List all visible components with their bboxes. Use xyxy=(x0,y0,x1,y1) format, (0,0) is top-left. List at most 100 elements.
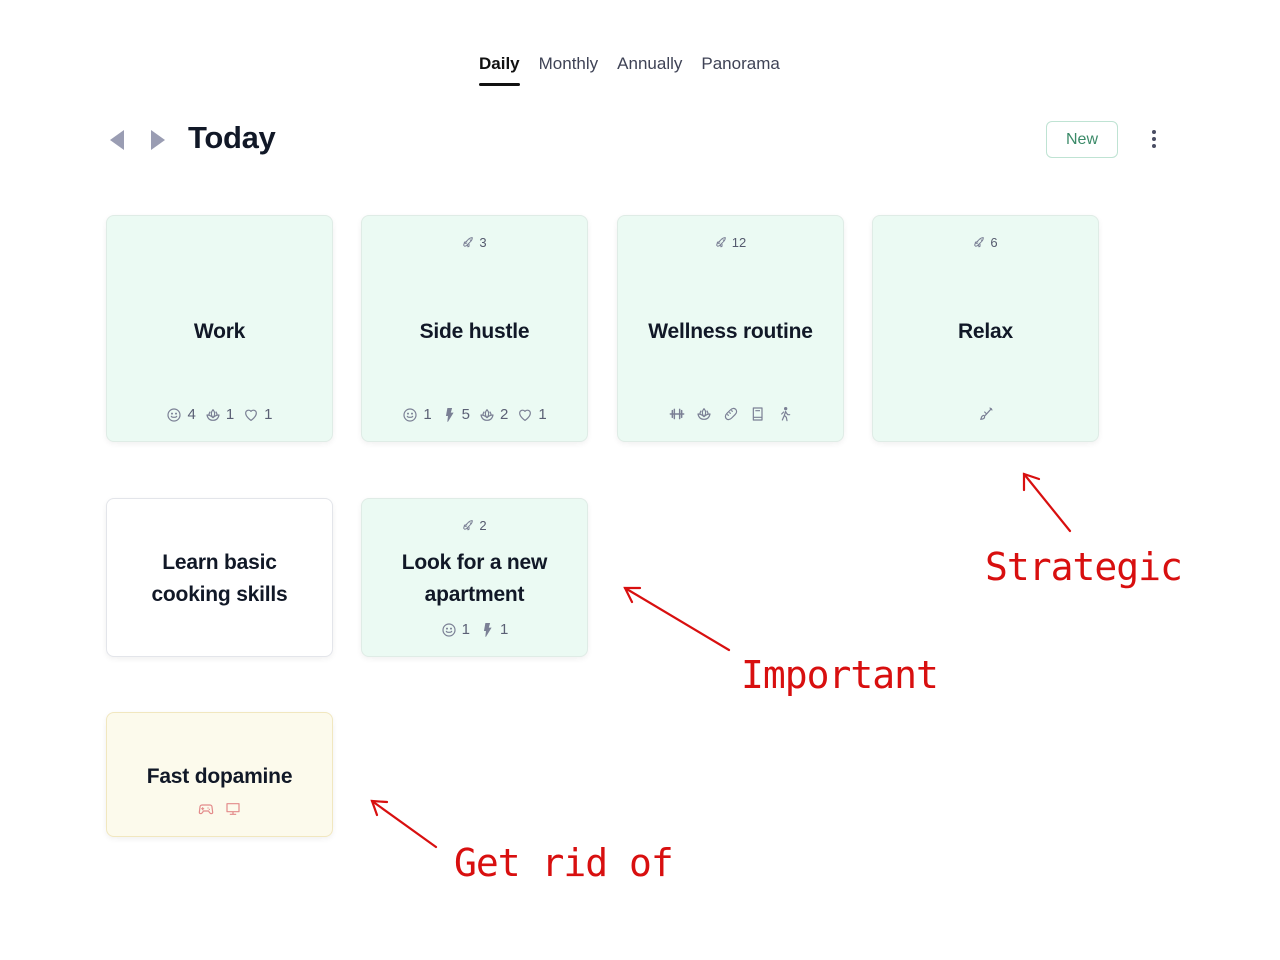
triangle-left-icon[interactable] xyxy=(110,130,124,150)
card-title-line: Side hustle xyxy=(419,320,530,343)
lightning-icon xyxy=(479,622,495,638)
tag-item xyxy=(978,406,994,422)
smiley-icon xyxy=(441,622,457,638)
triangle-right-icon[interactable] xyxy=(151,130,165,150)
tag-count: 5 xyxy=(461,406,470,423)
heart-icon xyxy=(243,407,259,423)
tag-item xyxy=(777,406,793,422)
tag-count: 1 xyxy=(264,406,273,423)
card-title: Look for a new apartment xyxy=(362,547,587,611)
card-tags: 1 1 xyxy=(362,621,587,638)
card-title-line: apartment xyxy=(424,583,525,606)
tag-item xyxy=(669,406,685,422)
arrow-strategic xyxy=(1022,472,1072,533)
card-tags xyxy=(873,406,1098,422)
card-title: Wellness routine xyxy=(618,316,843,348)
priority-badge: 3 xyxy=(362,235,587,250)
card-relax[interactable]: 6 Relax xyxy=(872,215,1099,442)
lightning-icon xyxy=(441,407,457,423)
more-options-button[interactable] xyxy=(1146,126,1162,152)
card-title: Learn basic cooking skills xyxy=(107,547,332,611)
tag-item: 1 xyxy=(479,621,508,638)
rocket-icon xyxy=(462,519,475,532)
card-tags: 4 1 1 xyxy=(107,406,332,423)
tag-item xyxy=(198,801,214,817)
card-side-hustle[interactable]: 3 Side hustle 1 5 2 1 xyxy=(361,215,588,442)
monitor-icon xyxy=(225,801,241,817)
card-tags xyxy=(618,406,843,422)
page-title: Today xyxy=(188,120,276,155)
tag-count: 4 xyxy=(187,406,196,423)
tag-count: 1 xyxy=(500,621,509,638)
tag-item xyxy=(723,406,739,422)
badge-count: 2 xyxy=(479,518,487,533)
card-tags: 1 5 2 1 xyxy=(362,406,587,423)
tab-annually[interactable]: Annually xyxy=(617,54,682,84)
gamepad-icon xyxy=(198,801,214,817)
priority-badge: 12 xyxy=(618,235,843,250)
card-title: Fast dopamine xyxy=(107,761,332,793)
card-wellness-routine[interactable]: 12 Wellness routine xyxy=(617,215,844,442)
view-tabs: Daily Monthly Annually Panorama xyxy=(479,54,799,86)
tag-count: 1 xyxy=(461,621,470,638)
tag-item: 2 xyxy=(479,406,508,423)
tag-count: 1 xyxy=(423,406,432,423)
tag-item: 1 xyxy=(441,621,470,638)
card-work[interactable]: Work 4 1 1 xyxy=(106,215,333,442)
card-look-for-a-new-apartment[interactable]: 2 Look for a new apartment 1 1 xyxy=(361,498,588,657)
tag-item: 4 xyxy=(166,406,196,423)
annotation-important: Important xyxy=(741,653,939,697)
tag-item xyxy=(750,406,766,422)
tag-item xyxy=(696,406,712,422)
tag-item xyxy=(225,801,241,817)
card-title: Relax xyxy=(873,316,1098,348)
card-title-line: Learn basic xyxy=(162,551,277,574)
lotus-icon xyxy=(205,407,221,423)
card-title-line: Fast dopamine xyxy=(146,765,293,788)
priority-badge: 2 xyxy=(362,518,587,533)
smiley-icon xyxy=(402,407,418,423)
walking-icon xyxy=(777,406,793,422)
annotation-get-rid-of: Get rid of xyxy=(454,841,674,885)
card-title-line: Work xyxy=(193,320,246,343)
badge-count: 6 xyxy=(990,235,998,250)
heart-icon xyxy=(517,407,533,423)
bread-icon xyxy=(723,406,739,422)
dumbbell-icon xyxy=(669,406,685,422)
card-title: Work xyxy=(107,316,332,348)
rocket-icon xyxy=(973,236,986,249)
badge-count: 12 xyxy=(731,235,747,250)
paintbrush-icon xyxy=(978,406,994,422)
page-header: Today New xyxy=(106,120,1166,164)
tab-panorama[interactable]: Panorama xyxy=(701,54,779,84)
tag-count: 1 xyxy=(538,406,547,423)
tag-item: 1 xyxy=(205,406,234,423)
badge-count: 3 xyxy=(479,235,487,250)
card-title-line: Look for a new xyxy=(401,551,548,574)
card-title-line: Relax xyxy=(957,320,1014,343)
card-title-line: Wellness routine xyxy=(648,320,813,343)
card-tags xyxy=(107,801,332,817)
new-button[interactable]: New xyxy=(1046,121,1118,158)
tab-daily[interactable]: Daily xyxy=(479,54,520,86)
card-fast-dopamine[interactable]: Fast dopamine xyxy=(106,712,333,837)
card-title-line: cooking skills xyxy=(151,583,288,606)
tab-monthly[interactable]: Monthly xyxy=(539,54,599,84)
lotus-icon xyxy=(479,407,495,423)
rocket-icon xyxy=(462,236,475,249)
lotus-icon xyxy=(696,406,712,422)
tag-count: 1 xyxy=(225,406,235,423)
arrow-get-rid-of xyxy=(370,799,438,849)
rocket-icon xyxy=(715,236,728,249)
tag-item: 1 xyxy=(517,406,547,423)
book-icon xyxy=(750,406,766,422)
tag-item: 1 xyxy=(402,406,432,423)
vertical-dots-icon xyxy=(1152,130,1156,134)
card-learn-basic-cooking-skills[interactable]: Learn basic cooking skills xyxy=(106,498,333,657)
smiley-icon xyxy=(166,407,182,423)
tag-item: 5 xyxy=(441,406,470,423)
priority-badge: 6 xyxy=(873,235,1098,250)
card-title: Side hustle xyxy=(362,316,587,348)
tag-count: 2 xyxy=(500,406,509,423)
tag-item: 1 xyxy=(243,406,273,423)
